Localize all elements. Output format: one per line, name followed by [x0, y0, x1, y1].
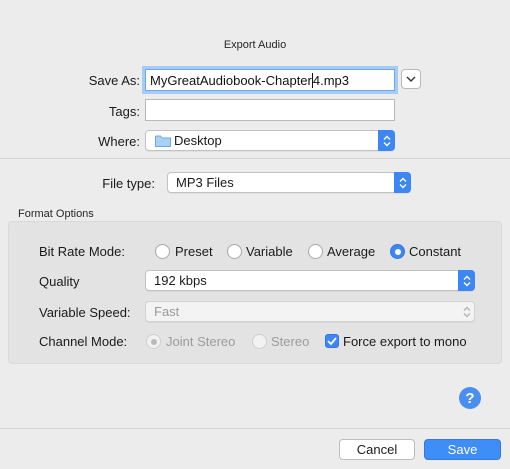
variable-speed-label: Variable Speed: — [39, 305, 131, 320]
updown-chevron-icon — [383, 135, 390, 146]
quality-value: 192 kbps — [154, 273, 207, 288]
expand-browser-button[interactable] — [401, 69, 421, 89]
updown-chevron-icon — [463, 275, 470, 286]
updown-chevron-icon — [399, 177, 406, 188]
save-button[interactable]: Save — [424, 439, 501, 460]
file-type-value: MP3 Files — [176, 175, 234, 190]
updown-chevron-icon — [463, 306, 470, 317]
radio-average-label: Average — [327, 244, 376, 259]
where-value: Desktop — [174, 133, 222, 148]
where-stepper — [378, 130, 395, 151]
radio-average[interactable] — [308, 244, 323, 259]
variable-speed-stepper — [458, 301, 475, 322]
radio-variable[interactable] — [227, 244, 242, 259]
channel-mode-label: Channel Mode: — [39, 334, 128, 349]
save-as-label: Save As: — [88, 73, 140, 88]
force-mono-label: Force export to mono — [343, 334, 467, 349]
quality-stepper — [458, 270, 475, 291]
tags-label: Tags: — [108, 104, 140, 119]
radio-preset[interactable] — [155, 244, 170, 259]
variable-speed-popup[interactable]: Fast — [145, 301, 475, 322]
checkmark-icon — [327, 337, 337, 345]
where-label: Where: — [98, 134, 140, 149]
radio-constant-label: Constant — [409, 244, 462, 259]
folder-icon — [155, 135, 171, 147]
save-as-value-end: 4.mp3 — [312, 73, 349, 88]
divider — [0, 158, 510, 159]
where-popup[interactable]: Desktop — [145, 130, 395, 151]
save-as-field[interactable]: MyGreatAudiobook-Chapter4.mp3 — [145, 69, 395, 91]
format-options-heading: Format Options — [18, 208, 94, 220]
tags-field[interactable] — [145, 99, 395, 121]
dialog-title: Export Audio — [223, 39, 287, 51]
radio-preset-label: Preset — [175, 244, 213, 259]
radio-joint-stereo[interactable] — [146, 334, 161, 349]
file-type-popup[interactable]: MP3 Files — [167, 172, 411, 193]
help-icon: ? — [465, 389, 475, 407]
quality-label: Quality — [39, 274, 80, 289]
chevron-down-icon — [406, 76, 416, 82]
radio-stereo-label: Stereo — [271, 334, 310, 349]
file-type-label: File type: — [102, 176, 155, 191]
file-type-stepper — [394, 172, 411, 193]
force-mono-checkbox[interactable] — [325, 334, 339, 348]
radio-stereo[interactable] — [252, 334, 267, 349]
help-button[interactable]: ? — [459, 387, 481, 409]
radio-constant[interactable] — [390, 244, 405, 259]
radio-variable-label: Variable — [246, 244, 293, 259]
save-as-value-start: MyGreatAudiobook-Chapter — [150, 73, 312, 88]
footer-divider — [0, 428, 510, 429]
quality-popup[interactable]: 192 kbps — [145, 270, 475, 291]
radio-joint-stereo-label: Joint Stereo — [166, 334, 236, 349]
variable-speed-value: Fast — [154, 304, 180, 319]
bit-rate-mode-label: Bit Rate Mode: — [39, 244, 125, 259]
cancel-button[interactable]: Cancel — [339, 439, 415, 460]
